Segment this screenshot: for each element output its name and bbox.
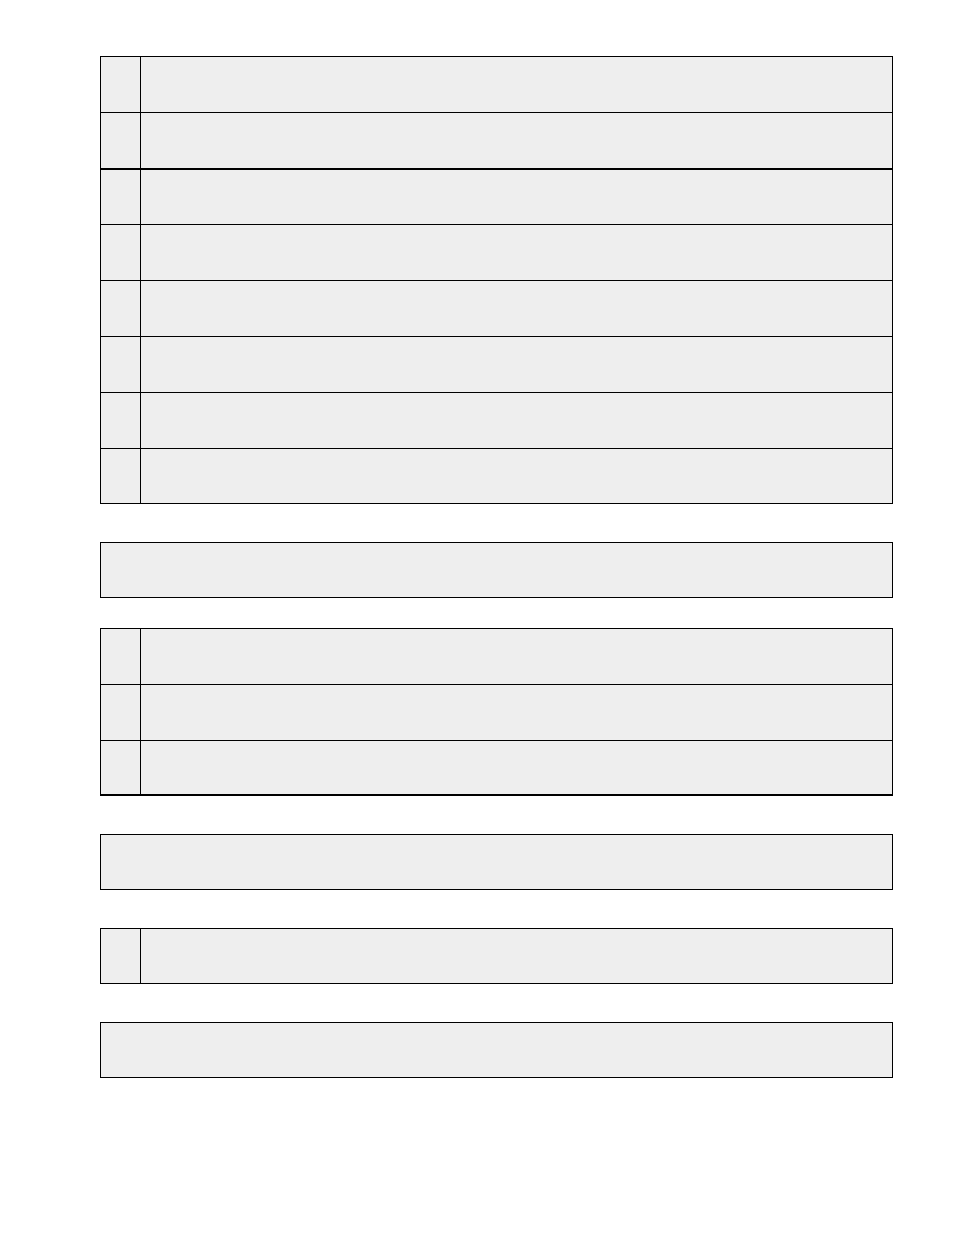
document-page — [0, 0, 954, 1235]
row-divider — [100, 392, 893, 393]
row-divider — [100, 224, 893, 225]
column-divider — [140, 928, 141, 984]
table-block — [100, 928, 893, 984]
table-block — [100, 834, 893, 890]
table-block — [100, 628, 893, 796]
row-divider — [100, 448, 893, 449]
row-divider — [100, 740, 893, 741]
row-divider — [100, 280, 893, 281]
row-divider — [100, 168, 893, 170]
table-block — [100, 1022, 893, 1078]
row-divider — [100, 112, 893, 113]
table-block — [100, 542, 893, 598]
row-divider — [100, 684, 893, 685]
column-divider — [140, 628, 141, 796]
row-divider — [100, 336, 893, 337]
